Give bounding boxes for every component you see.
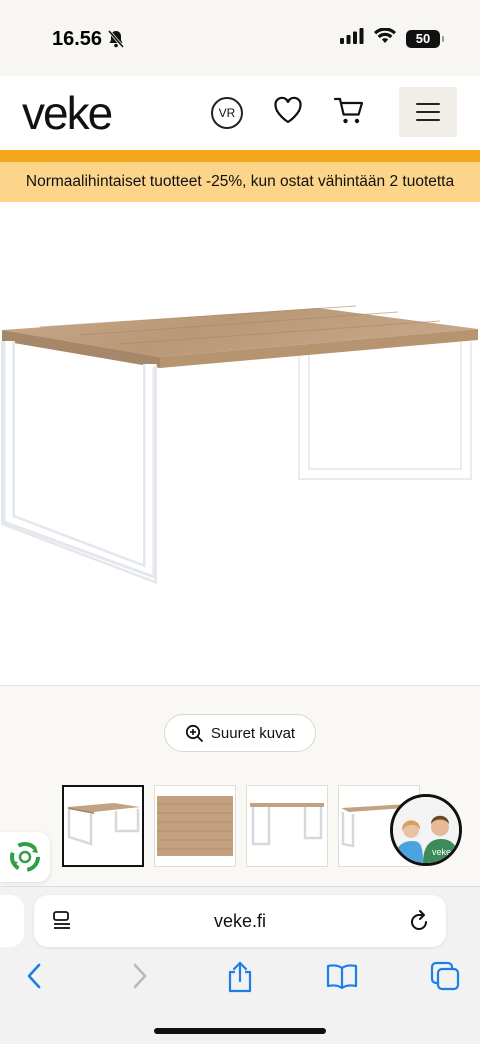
thumbnail-table-front[interactable] bbox=[62, 785, 144, 867]
eco-badge[interactable] bbox=[0, 832, 50, 882]
url-text: veke.fi bbox=[213, 911, 267, 931]
menu-icon-line bbox=[416, 119, 440, 121]
recycle-icon bbox=[10, 842, 40, 872]
share-icon[interactable] bbox=[226, 961, 254, 998]
forward-icon[interactable] bbox=[128, 961, 150, 996]
zoom-images-button[interactable]: Suuret kuvat bbox=[164, 714, 316, 752]
menu-button[interactable] bbox=[399, 87, 457, 137]
browser-toolbar: veke.fi bbox=[0, 886, 480, 1044]
zoom-images-label: Suuret kuvat bbox=[210, 724, 296, 742]
zoom-in-icon bbox=[185, 724, 203, 742]
address-bar[interactable]: veke.fi bbox=[34, 895, 446, 947]
customer-service-chat-button[interactable]: veke bbox=[390, 794, 462, 866]
reload-icon[interactable] bbox=[408, 909, 430, 938]
vr-label: VR bbox=[218, 106, 236, 120]
thumbnail-strip bbox=[62, 785, 420, 867]
cart-icon bbox=[333, 97, 364, 124]
thumbnail-tabletop-texture[interactable] bbox=[154, 785, 236, 867]
back-icon[interactable] bbox=[24, 961, 46, 996]
status-time: 16.56 bbox=[52, 28, 103, 50]
cart-button[interactable] bbox=[333, 95, 365, 132]
menu-icon-line bbox=[416, 103, 440, 105]
bookmarks-icon[interactable] bbox=[326, 961, 358, 996]
table-illustration bbox=[0, 305, 478, 585]
avatar-shirt-text: veke bbox=[432, 847, 451, 857]
vr-button[interactable]: VR bbox=[211, 97, 243, 129]
home-indicator[interactable] bbox=[154, 1028, 326, 1034]
signal-icon bbox=[340, 28, 364, 49]
previous-tab-peek[interactable] bbox=[0, 895, 24, 947]
wifi-icon bbox=[374, 27, 396, 49]
wishlist-button[interactable] bbox=[273, 96, 303, 129]
site-header: veke VR bbox=[0, 76, 480, 150]
customer-service-avatar: veke bbox=[393, 797, 459, 863]
gallery-section: Suuret kuvat veke bbox=[0, 686, 480, 886]
product-image[interactable] bbox=[0, 202, 480, 686]
battery-icon: 50 bbox=[406, 29, 444, 48]
browser-nav-row bbox=[0, 961, 480, 997]
bell-slash-icon bbox=[107, 30, 125, 53]
heart-icon bbox=[274, 96, 302, 124]
promo-banner[interactable]: Normaalihintaiset tuotteet -25%, kun ost… bbox=[0, 162, 480, 202]
promo-text: Normaalihintaiset tuotteet -25%, kun ost… bbox=[25, 173, 455, 190]
tabs-icon[interactable] bbox=[430, 961, 460, 996]
veke-logo[interactable]: veke bbox=[22, 86, 113, 140]
status-bar: 16.56 50 bbox=[0, 0, 480, 76]
menu-icon-line bbox=[416, 111, 440, 113]
thumbnail-table-side[interactable] bbox=[246, 785, 328, 867]
promo-accent-strip bbox=[0, 150, 480, 162]
